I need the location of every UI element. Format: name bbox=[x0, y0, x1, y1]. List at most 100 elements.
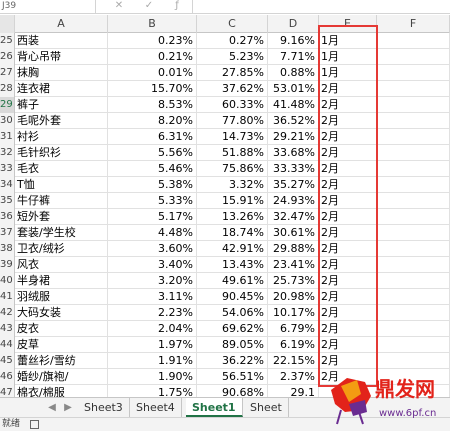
cell-c[interactable]: 3.32% bbox=[197, 177, 268, 193]
cell-d[interactable]: 10.17% bbox=[268, 305, 319, 321]
cell-b[interactable]: 6.31% bbox=[108, 129, 197, 145]
cell-e[interactable]: 2月 bbox=[319, 369, 377, 385]
cell-f[interactable] bbox=[377, 353, 450, 369]
row-header[interactable]: 44 bbox=[0, 337, 15, 353]
cell-c[interactable]: 42.91% bbox=[197, 241, 268, 257]
name-box[interactable]: J39 bbox=[0, 0, 96, 14]
cell-e[interactable]: 2月 bbox=[319, 161, 377, 177]
cell-e[interactable]: 1月 bbox=[319, 33, 377, 49]
cell-d[interactable]: 35.27% bbox=[268, 177, 319, 193]
formula-input[interactable] bbox=[192, 0, 450, 14]
cell-a[interactable]: 羽绒服 bbox=[15, 289, 108, 305]
cell-a[interactable]: 婚纱/旗袍/ bbox=[15, 369, 108, 385]
row-header[interactable]: 40 bbox=[0, 273, 15, 289]
cell-f[interactable] bbox=[377, 161, 450, 177]
cell-a[interactable]: 西装 bbox=[15, 33, 108, 49]
cell-d[interactable]: 25.73% bbox=[268, 273, 319, 289]
cell-e[interactable]: 2月 bbox=[319, 305, 377, 321]
cell-b[interactable]: 5.56% bbox=[108, 145, 197, 161]
cell-f[interactable] bbox=[377, 129, 450, 145]
cell-f[interactable] bbox=[377, 321, 450, 337]
next-sheet-icon[interactable]: ▶ bbox=[60, 400, 76, 416]
confirm-icon[interactable]: ✓ bbox=[140, 0, 158, 14]
row-header[interactable]: 33 bbox=[0, 161, 15, 177]
cell-e[interactable]: 2月 bbox=[319, 113, 377, 129]
cell-b[interactable]: 3.11% bbox=[108, 289, 197, 305]
cell-b[interactable]: 8.20% bbox=[108, 113, 197, 129]
cell-e[interactable]: 2月 bbox=[319, 225, 377, 241]
cell-c[interactable]: 60.33% bbox=[197, 97, 268, 113]
row-header[interactable]: 35 bbox=[0, 193, 15, 209]
cell-f[interactable] bbox=[377, 273, 450, 289]
cell-b[interactable]: 2.04% bbox=[108, 321, 197, 337]
cell-a[interactable]: 半身裙 bbox=[15, 273, 108, 289]
cell-a[interactable]: 皮草 bbox=[15, 337, 108, 353]
cell-c[interactable]: 54.06% bbox=[197, 305, 268, 321]
row-header[interactable]: 25 bbox=[0, 33, 15, 49]
cell-e[interactable]: 2月 bbox=[319, 353, 377, 369]
cell-f[interactable] bbox=[377, 209, 450, 225]
cell-f[interactable] bbox=[377, 305, 450, 321]
cell-f[interactable] bbox=[377, 177, 450, 193]
cancel-icon[interactable]: ✕ bbox=[110, 0, 128, 14]
fx-icon[interactable]: ƒ bbox=[168, 0, 186, 14]
cell-f[interactable] bbox=[377, 289, 450, 305]
cell-d[interactable]: 30.61% bbox=[268, 225, 319, 241]
cell-d[interactable]: 6.79% bbox=[268, 321, 319, 337]
cell-e[interactable]: 2月 bbox=[319, 257, 377, 273]
cell-a[interactable]: 毛呢外套 bbox=[15, 113, 108, 129]
cell-c[interactable]: 89.05% bbox=[197, 337, 268, 353]
cell-d[interactable]: 29.1 bbox=[268, 385, 319, 397]
cell-b[interactable]: 5.33% bbox=[108, 193, 197, 209]
cell-f[interactable] bbox=[377, 145, 450, 161]
cell-c[interactable]: 56.51% bbox=[197, 369, 268, 385]
cell-d[interactable]: 33.33% bbox=[268, 161, 319, 177]
cell-a[interactable]: T恤 bbox=[15, 177, 108, 193]
cell-e[interactable]: 2月 bbox=[319, 209, 377, 225]
cell-e[interactable]: 2月 bbox=[319, 193, 377, 209]
row-header[interactable]: 34 bbox=[0, 177, 15, 193]
cell-d[interactable]: 32.47% bbox=[268, 209, 319, 225]
row-header[interactable]: 43 bbox=[0, 321, 15, 337]
cell-e[interactable]: 2月 bbox=[319, 337, 377, 353]
row-header[interactable]: 46 bbox=[0, 369, 15, 385]
corner-select-all[interactable] bbox=[0, 15, 15, 33]
cell-d[interactable]: 6.19% bbox=[268, 337, 319, 353]
cell-c[interactable]: 27.85% bbox=[197, 65, 268, 81]
cell-c[interactable]: 13.43% bbox=[197, 257, 268, 273]
cell-f[interactable] bbox=[377, 113, 450, 129]
cell-a[interactable]: 连衣裙 bbox=[15, 81, 108, 97]
cell-c[interactable]: 0.27% bbox=[197, 33, 268, 49]
cell-c[interactable]: 18.74% bbox=[197, 225, 268, 241]
cell-b[interactable]: 3.20% bbox=[108, 273, 197, 289]
column-header-e[interactable]: E bbox=[319, 15, 377, 33]
row-header[interactable]: 29 bbox=[0, 97, 15, 113]
row-header[interactable]: 47 bbox=[0, 385, 15, 397]
cell-e[interactable]: 2月 bbox=[319, 81, 377, 97]
cell-d[interactable]: 20.98% bbox=[268, 289, 319, 305]
row-header[interactable]: 28 bbox=[0, 81, 15, 97]
cell-e[interactable]: 2月 bbox=[319, 241, 377, 257]
cell-a[interactable]: 背心吊带 bbox=[15, 49, 108, 65]
cell-f[interactable] bbox=[377, 65, 450, 81]
row-header[interactable]: 36 bbox=[0, 209, 15, 225]
cell-f[interactable] bbox=[377, 337, 450, 353]
macro-record-icon[interactable] bbox=[30, 420, 39, 429]
cell-c[interactable]: 51.88% bbox=[197, 145, 268, 161]
cell-e[interactable]: 1月 bbox=[319, 65, 377, 81]
cell-b[interactable]: 0.21% bbox=[108, 49, 197, 65]
cell-d[interactable]: 24.93% bbox=[268, 193, 319, 209]
cell-d[interactable]: 53.01% bbox=[268, 81, 319, 97]
row-header[interactable]: 45 bbox=[0, 353, 15, 369]
cell-e[interactable]: 2月 bbox=[319, 177, 377, 193]
cell-d[interactable]: 22.15% bbox=[268, 353, 319, 369]
cell-e[interactable] bbox=[319, 385, 377, 397]
cell-a[interactable]: 棉衣/棉服 bbox=[15, 385, 108, 397]
cell-f[interactable] bbox=[377, 97, 450, 113]
row-header[interactable]: 26 bbox=[0, 49, 15, 65]
cell-d[interactable]: 33.68% bbox=[268, 145, 319, 161]
cell-e[interactable]: 2月 bbox=[319, 129, 377, 145]
cell-c[interactable]: 75.86% bbox=[197, 161, 268, 177]
cell-a[interactable]: 套装/学生校 bbox=[15, 225, 108, 241]
cell-b[interactable]: 0.23% bbox=[108, 33, 197, 49]
